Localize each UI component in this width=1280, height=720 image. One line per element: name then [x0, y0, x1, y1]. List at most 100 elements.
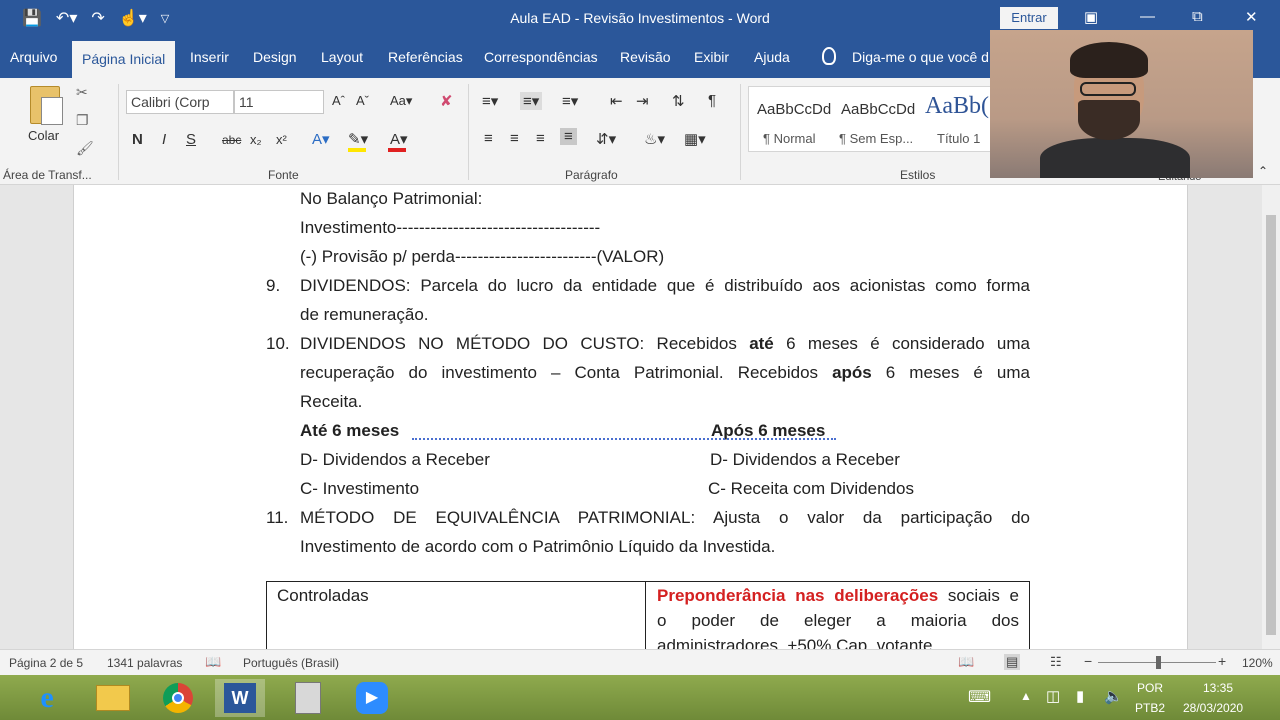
close-icon[interactable]: ✕: [1245, 8, 1258, 26]
tab-correspondencias[interactable]: Correspondências: [484, 49, 598, 65]
font-group-label: Fonte: [268, 168, 299, 182]
tab-arquivo[interactable]: Arquivo: [10, 49, 57, 65]
collapse-ribbon-icon[interactable]: ⌃: [1258, 164, 1268, 178]
doc-line: (-) Provisão p/ perda-------------------…: [300, 247, 665, 266]
table-cell-controladas: Controladas: [277, 586, 369, 605]
borders-icon[interactable]: ▦▾: [684, 130, 706, 148]
zoom-app-icon[interactable]: ▶: [347, 679, 397, 717]
proofing-icon[interactable]: 📖: [205, 654, 221, 670]
word-count[interactable]: 1341 palavras: [107, 656, 182, 670]
bullets-icon[interactable]: ≡▾: [482, 92, 498, 110]
show-marks-icon[interactable]: ¶: [708, 92, 716, 109]
tab-pagina-inicial[interactable]: Página Inicial: [72, 41, 176, 78]
input-language[interactable]: POR: [1137, 681, 1163, 695]
file-explorer-icon[interactable]: [88, 679, 138, 717]
sort-icon[interactable]: ⇅: [672, 92, 685, 110]
strikethrough-button[interactable]: abc: [222, 133, 241, 147]
minimize-icon[interactable]: —: [1140, 8, 1155, 25]
highlight-icon[interactable]: ✎▾: [348, 130, 368, 148]
chrome-icon[interactable]: [153, 679, 203, 717]
grow-font-icon[interactable]: Aˆ: [332, 93, 345, 108]
style-no-spacing-name[interactable]: ¶ Sem Esp...: [839, 131, 913, 146]
tab-revisao[interactable]: Revisão: [620, 49, 671, 65]
font-name-select[interactable]: Calibri (Corp: [126, 90, 234, 114]
tell-me-search[interactable]: Diga-me o que você d: [852, 49, 989, 65]
tab-inserir[interactable]: Inserir: [190, 49, 229, 65]
scrollbar-thumb[interactable]: [1266, 215, 1276, 635]
bold-button[interactable]: N: [132, 131, 143, 148]
ribbon-display-icon[interactable]: ▣: [1084, 8, 1098, 26]
network-icon[interactable]: ◫: [1046, 687, 1060, 705]
language-indicator[interactable]: Português (Brasil): [243, 656, 339, 670]
vertical-scrollbar[interactable]: [1262, 185, 1280, 649]
numbering-icon[interactable]: ≡▾: [520, 92, 543, 110]
zoom-slider-thumb[interactable]: [1156, 656, 1161, 669]
style-no-spacing-sample[interactable]: AaBbCcDd: [841, 101, 915, 118]
copy-icon[interactable]: ❐: [76, 112, 89, 129]
clipboard-group-label: Área de Transf...: [3, 168, 92, 182]
calculator-icon[interactable]: [283, 679, 333, 717]
keyboard-icon[interactable]: ⌨: [968, 687, 991, 707]
doc-line: DIVIDENDOS NO MÉTODO DO CUSTO: Recebidos…: [300, 334, 1030, 354]
doc-table[interactable]: Controladas Preponderância nas deliberaç…: [266, 581, 1030, 649]
justify-icon[interactable]: ≡: [560, 128, 577, 145]
style-heading1-name[interactable]: Título 1: [937, 131, 980, 146]
align-center-icon[interactable]: ≡: [510, 130, 519, 147]
text-run: sociais e: [938, 586, 1019, 605]
paste-icon[interactable]: [30, 86, 63, 125]
read-mode-icon[interactable]: 📖: [958, 654, 974, 670]
multilevel-list-icon[interactable]: ≡▾: [562, 92, 578, 110]
cut-icon[interactable]: ✂: [76, 84, 88, 101]
page-count[interactable]: Página 2 de 5: [9, 656, 83, 670]
style-normal-name[interactable]: ¶ Normal: [763, 131, 816, 146]
subscript-button[interactable]: x₂: [250, 132, 262, 147]
align-right-icon[interactable]: ≡: [536, 130, 545, 147]
font-color-icon[interactable]: A▾: [390, 130, 408, 148]
text-effects-icon[interactable]: A▾: [312, 130, 330, 148]
text-run: recuperação do investimento – Conta Patr…: [300, 363, 833, 382]
font-color-bar: [388, 148, 406, 152]
superscript-button[interactable]: x²: [276, 132, 287, 147]
align-left-icon[interactable]: ≡: [484, 130, 493, 147]
zoom-out-icon[interactable]: −: [1084, 653, 1092, 669]
internet-explorer-icon[interactable]: e: [22, 679, 72, 717]
volume-icon[interactable]: 🔈: [1104, 687, 1123, 705]
tab-layout[interactable]: Layout: [321, 49, 363, 65]
zoom-in-icon[interactable]: +: [1218, 653, 1226, 669]
zoom-level[interactable]: 120%: [1242, 656, 1273, 670]
power-icon[interactable]: ▮: [1076, 687, 1084, 705]
tab-ajuda[interactable]: Ajuda: [754, 49, 790, 65]
change-case-icon[interactable]: Aa▾: [390, 93, 412, 109]
sign-in-button[interactable]: Entrar: [1000, 7, 1058, 29]
decrease-indent-icon[interactable]: ⇤: [610, 92, 623, 110]
print-layout-icon[interactable]: ▤: [1004, 654, 1021, 670]
increase-indent-icon[interactable]: ⇥: [636, 92, 649, 110]
web-layout-icon[interactable]: ☷: [1050, 654, 1062, 670]
document-page[interactable]: No Balanço Patrimonial: Investimento----…: [73, 185, 1188, 649]
clear-formatting-icon[interactable]: ✘: [440, 92, 453, 110]
tab-design[interactable]: Design: [253, 49, 297, 65]
presenter-body: [1040, 138, 1190, 178]
tab-exibir[interactable]: Exibir: [694, 49, 729, 65]
underline-button[interactable]: S: [186, 131, 196, 148]
show-hidden-icons[interactable]: ▲: [1020, 689, 1032, 703]
style-normal-sample[interactable]: AaBbCcDd: [757, 101, 831, 118]
tab-referencias[interactable]: Referências: [388, 49, 463, 65]
format-painter-icon[interactable]: 🖌: [76, 140, 94, 157]
clock-date[interactable]: 28/03/2020: [1183, 701, 1243, 715]
red-bold-run: Preponderância nas deliberações: [657, 586, 939, 605]
styles-gallery[interactable]: AaBbCcDd ¶ Normal AaBbCcDd ¶ Sem Esp... …: [748, 86, 998, 152]
shading-icon[interactable]: ♨▾: [644, 130, 665, 148]
word-icon[interactable]: W: [215, 679, 265, 717]
clock-time[interactable]: 13:35: [1203, 681, 1233, 695]
line-spacing-icon[interactable]: ⇵▾: [596, 130, 616, 148]
keyboard-layout[interactable]: PTB2: [1135, 701, 1165, 715]
table-cell-definition: Preponderância nas deliberações sociais …: [657, 586, 1019, 606]
style-heading1-sample[interactable]: AaBb(: [925, 93, 989, 120]
restore-icon[interactable]: ⧉: [1192, 8, 1203, 25]
font-size-select[interactable]: 11: [234, 90, 324, 114]
paste-button-label[interactable]: Colar: [28, 128, 59, 143]
doc-line: MÉTODO DE EQUIVALÊNCIA PATRIMONIAL: Ajus…: [300, 508, 1030, 527]
italic-button[interactable]: I: [162, 131, 166, 148]
shrink-font-icon[interactable]: Aˇ: [356, 93, 369, 108]
